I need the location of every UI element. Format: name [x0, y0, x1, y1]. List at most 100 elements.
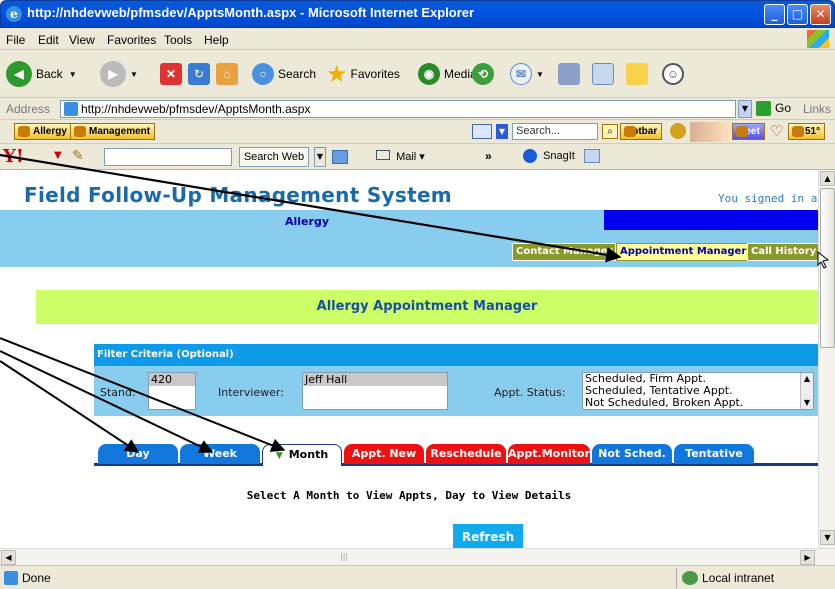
- refresh-browser-button[interactable]: ↻: [188, 58, 210, 90]
- refresh-button[interactable]: Refresh: [452, 523, 524, 548]
- menu-tools[interactable]: Tools: [164, 33, 192, 47]
- highlight-icon[interactable]: [332, 150, 348, 164]
- header-user-block: [604, 210, 818, 230]
- meet-button[interactable]: Meet: [732, 123, 765, 140]
- address-dropdown-icon[interactable]: ▼: [738, 100, 752, 118]
- scroll-right-icon[interactable]: ▶: [800, 550, 815, 565]
- home-icon: ⌂: [216, 63, 238, 85]
- horizontal-scrollbar[interactable]: ◀ ||| ▶: [0, 548, 835, 565]
- envelope-icon: [376, 150, 390, 160]
- mail-button[interactable]: ✉ ▼: [510, 58, 544, 90]
- forward-button[interactable]: ▶ ▼: [100, 58, 138, 90]
- snagit-icon: [523, 149, 537, 163]
- search-web-dropdown-icon[interactable]: ▼: [314, 147, 326, 167]
- status-option[interactable]: Not Scheduled, Broken Appt.: [585, 397, 813, 409]
- yahoo-logo-icon[interactable]: Y!: [3, 146, 24, 167]
- search-dropdown-icon[interactable]: ▼: [496, 124, 508, 139]
- stand-label: Stand:: [100, 386, 136, 399]
- mail-icon: ✉: [510, 63, 532, 85]
- media-button[interactable]: ◉ Media: [418, 58, 477, 90]
- status-scrollbar[interactable]: ▲ ▼: [800, 373, 813, 409]
- menu-edit[interactable]: Edit: [38, 33, 59, 47]
- scroll-left-icon[interactable]: ◀: [1, 550, 16, 565]
- snagit-button[interactable]: SnagIt: [523, 149, 575, 163]
- tab-tentative[interactable]: Tentative: [674, 444, 754, 464]
- instruction-text: Select A Month to View Appts, Day to Vie…: [246, 489, 572, 502]
- edit-button[interactable]: [592, 58, 614, 90]
- history-button[interactable]: ⟲: [472, 58, 498, 90]
- web-content: Field Follow-Up Management System You si…: [0, 170, 818, 548]
- folder-button[interactable]: [626, 58, 648, 90]
- search-button[interactable]: ○ Search: [252, 58, 316, 90]
- interviewer-listbox[interactable]: Jeff Hall: [302, 372, 448, 410]
- emoticon-icon[interactable]: [670, 123, 686, 139]
- menu-help[interactable]: Help: [204, 33, 229, 47]
- tab-appt-monitor[interactable]: Appt.Monitor: [508, 444, 590, 464]
- weather-button[interactable]: 51°: [788, 123, 826, 140]
- tab-month[interactable]: ▼ Month: [262, 444, 342, 466]
- minimize-button[interactable]: _: [764, 4, 785, 25]
- tab-reschedule[interactable]: Reschedule: [426, 444, 506, 464]
- allergy-link-button[interactable]: Allergy: [14, 123, 72, 140]
- hotbar-button[interactable]: Hotbar: [620, 123, 663, 140]
- tab-week[interactable]: Week: [180, 444, 260, 464]
- close-button[interactable]: ✕: [810, 4, 831, 25]
- contact-manager-link[interactable]: Contact Manager: [512, 243, 617, 261]
- menu-file[interactable]: File: [6, 33, 25, 47]
- links-label[interactable]: Links: [803, 102, 831, 116]
- scroll-thumb[interactable]: [820, 188, 835, 348]
- tab-day[interactable]: Day: [98, 444, 178, 464]
- stand-option[interactable]: 420: [149, 373, 195, 386]
- system-title: Field Follow-Up Management System: [24, 183, 452, 207]
- status-listbox[interactable]: Scheduled, Firm Appt. Scheduled, Tentati…: [582, 372, 814, 410]
- appointment-manager-link[interactable]: Appointment Manager: [616, 243, 751, 261]
- scroll-grip-icon: |||: [340, 552, 349, 561]
- stop-button[interactable]: ✕: [160, 58, 182, 90]
- yahoo-mail-button[interactable]: Mail ▾: [376, 150, 425, 163]
- address-input[interactable]: http://nhdevweb/pfmsdev/ApptsMonth.aspx: [60, 100, 736, 118]
- messenger-button[interactable]: ☺: [662, 58, 688, 90]
- pencil-icon[interactable]: ✎: [72, 148, 94, 164]
- intranet-icon: [682, 571, 698, 585]
- toolbar-search-input[interactable]: Search...: [512, 123, 598, 140]
- heart-icon[interactable]: ♡: [770, 123, 786, 139]
- folder-icon: [626, 63, 648, 85]
- dept-label: Allergy: [285, 215, 329, 228]
- favorites-button[interactable]: ★ Favorites: [326, 58, 400, 90]
- back-button[interactable]: ◀ Back ▼: [6, 58, 77, 90]
- tab-not-sched[interactable]: Not Sched.: [592, 444, 672, 464]
- management-link-button[interactable]: Management: [70, 123, 156, 140]
- mail-icon[interactable]: [472, 124, 492, 139]
- photo-thumbnail[interactable]: [690, 122, 730, 142]
- address-label: Address: [6, 102, 51, 116]
- maximize-button[interactable]: □: [787, 4, 808, 25]
- page-done-icon: [4, 571, 18, 585]
- scroll-down-icon[interactable]: ▼: [820, 530, 835, 545]
- home-button[interactable]: ⌂: [216, 58, 238, 90]
- search-go-icon[interactable]: ⌕: [602, 124, 618, 139]
- refresh-icon: ↻: [188, 63, 210, 85]
- windows-logo-icon: [807, 30, 829, 48]
- go-button[interactable]: Go: [756, 101, 791, 116]
- window-title: http://nhdevweb/pfmsdev/ApptsMonth.aspx …: [27, 5, 475, 20]
- vertical-scrollbar[interactable]: ▲ ▼: [818, 170, 835, 548]
- scroll-up-icon[interactable]: ▲: [820, 171, 835, 186]
- interviewer-option[interactable]: Jeff Hall: [303, 373, 447, 386]
- back-arrow-icon: ◀: [6, 61, 32, 87]
- page-heading: Allergy Appointment Manager: [36, 290, 818, 324]
- more-chevron[interactable]: »: [485, 149, 492, 163]
- tab-appt-new[interactable]: Appt. New: [344, 444, 424, 464]
- active-tab-icon: ▼: [275, 451, 283, 461]
- print-button[interactable]: [558, 58, 580, 90]
- status-divider: [676, 568, 677, 588]
- call-history-link[interactable]: Call History: [747, 243, 818, 261]
- search-web-button[interactable]: Search Web: [239, 147, 309, 167]
- yahoo-search-input[interactable]: [104, 148, 232, 166]
- menu-view[interactable]: View: [69, 33, 95, 47]
- yahoo-dropdown-icon[interactable]: ▼: [54, 150, 62, 161]
- signed-in-text: You signed in as: [718, 192, 818, 205]
- stand-listbox[interactable]: 420: [148, 372, 196, 410]
- star-icon: ★: [326, 60, 348, 88]
- snagit-capture-icon[interactable]: [584, 149, 600, 163]
- menu-favorites[interactable]: Favorites: [107, 33, 156, 47]
